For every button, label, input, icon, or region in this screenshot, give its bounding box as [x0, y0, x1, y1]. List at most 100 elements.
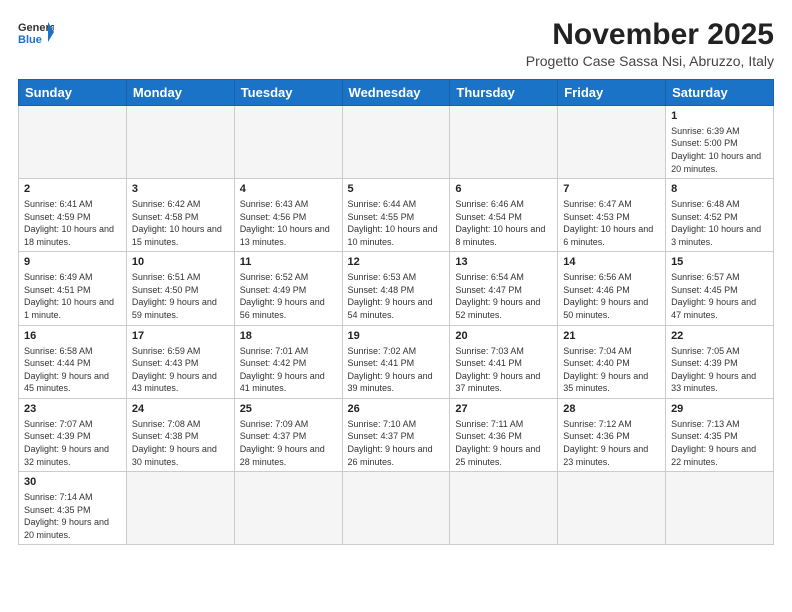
calendar-cell: 9Sunrise: 6:49 AM Sunset: 4:51 PM Daylig…	[19, 252, 127, 325]
day-info: Sunrise: 7:10 AM Sunset: 4:37 PM Dayligh…	[348, 418, 445, 468]
day-info: Sunrise: 6:54 AM Sunset: 4:47 PM Dayligh…	[455, 271, 552, 321]
day-number: 2	[24, 182, 121, 197]
day-info: Sunrise: 7:12 AM Sunset: 4:36 PM Dayligh…	[563, 418, 660, 468]
calendar-cell: 16Sunrise: 6:58 AM Sunset: 4:44 PM Dayli…	[19, 325, 127, 398]
calendar-cell	[450, 472, 558, 545]
calendar-cell: 28Sunrise: 7:12 AM Sunset: 4:36 PM Dayli…	[558, 398, 666, 471]
day-number: 10	[132, 255, 229, 270]
calendar-cell	[558, 472, 666, 545]
calendar-week-row: 30Sunrise: 7:14 AM Sunset: 4:35 PM Dayli…	[19, 472, 774, 545]
calendar-cell: 14Sunrise: 6:56 AM Sunset: 4:46 PM Dayli…	[558, 252, 666, 325]
day-number: 24	[132, 402, 229, 417]
header-wednesday: Wednesday	[342, 80, 450, 106]
calendar-cell: 7Sunrise: 6:47 AM Sunset: 4:53 PM Daylig…	[558, 179, 666, 252]
day-info: Sunrise: 6:57 AM Sunset: 4:45 PM Dayligh…	[671, 271, 768, 321]
generalblue-logo-icon: General Blue	[18, 18, 54, 46]
calendar-cell: 30Sunrise: 7:14 AM Sunset: 4:35 PM Dayli…	[19, 472, 127, 545]
svg-text:Blue: Blue	[18, 34, 42, 46]
calendar-cell: 27Sunrise: 7:11 AM Sunset: 4:36 PM Dayli…	[450, 398, 558, 471]
day-info: Sunrise: 6:48 AM Sunset: 4:52 PM Dayligh…	[671, 198, 768, 248]
day-number: 3	[132, 182, 229, 197]
day-info: Sunrise: 6:44 AM Sunset: 4:55 PM Dayligh…	[348, 198, 445, 248]
calendar-cell: 5Sunrise: 6:44 AM Sunset: 4:55 PM Daylig…	[342, 179, 450, 252]
day-header-row: Sunday Monday Tuesday Wednesday Thursday…	[19, 80, 774, 106]
calendar-cell	[126, 472, 234, 545]
day-number: 26	[348, 402, 445, 417]
day-info: Sunrise: 7:03 AM Sunset: 4:41 PM Dayligh…	[455, 345, 552, 395]
day-info: Sunrise: 6:39 AM Sunset: 5:00 PM Dayligh…	[671, 125, 768, 175]
day-number: 1	[671, 109, 768, 124]
calendar-cell: 18Sunrise: 7:01 AM Sunset: 4:42 PM Dayli…	[234, 325, 342, 398]
day-number: 7	[563, 182, 660, 197]
header: General Blue November 2025 Progetto Case…	[18, 18, 774, 69]
calendar-cell	[342, 106, 450, 179]
calendar-cell: 20Sunrise: 7:03 AM Sunset: 4:41 PM Dayli…	[450, 325, 558, 398]
calendar-cell: 10Sunrise: 6:51 AM Sunset: 4:50 PM Dayli…	[126, 252, 234, 325]
day-info: Sunrise: 7:04 AM Sunset: 4:40 PM Dayligh…	[563, 345, 660, 395]
day-info: Sunrise: 6:52 AM Sunset: 4:49 PM Dayligh…	[240, 271, 337, 321]
calendar-cell: 1Sunrise: 6:39 AM Sunset: 5:00 PM Daylig…	[666, 106, 774, 179]
calendar-cell: 13Sunrise: 6:54 AM Sunset: 4:47 PM Dayli…	[450, 252, 558, 325]
day-info: Sunrise: 7:07 AM Sunset: 4:39 PM Dayligh…	[24, 418, 121, 468]
day-number: 30	[24, 475, 121, 490]
header-monday: Monday	[126, 80, 234, 106]
calendar-week-row: 23Sunrise: 7:07 AM Sunset: 4:39 PM Dayli…	[19, 398, 774, 471]
calendar-cell: 26Sunrise: 7:10 AM Sunset: 4:37 PM Dayli…	[342, 398, 450, 471]
calendar-cell	[234, 106, 342, 179]
calendar-cell: 6Sunrise: 6:46 AM Sunset: 4:54 PM Daylig…	[450, 179, 558, 252]
header-tuesday: Tuesday	[234, 80, 342, 106]
day-number: 29	[671, 402, 768, 417]
day-number: 13	[455, 255, 552, 270]
day-info: Sunrise: 6:58 AM Sunset: 4:44 PM Dayligh…	[24, 345, 121, 395]
day-info: Sunrise: 6:51 AM Sunset: 4:50 PM Dayligh…	[132, 271, 229, 321]
day-info: Sunrise: 6:42 AM Sunset: 4:58 PM Dayligh…	[132, 198, 229, 248]
header-saturday: Saturday	[666, 80, 774, 106]
day-number: 11	[240, 255, 337, 270]
calendar-cell	[126, 106, 234, 179]
day-info: Sunrise: 7:11 AM Sunset: 4:36 PM Dayligh…	[455, 418, 552, 468]
calendar-cell	[234, 472, 342, 545]
day-info: Sunrise: 6:46 AM Sunset: 4:54 PM Dayligh…	[455, 198, 552, 248]
day-info: Sunrise: 7:14 AM Sunset: 4:35 PM Dayligh…	[24, 491, 121, 541]
calendar-cell: 17Sunrise: 6:59 AM Sunset: 4:43 PM Dayli…	[126, 325, 234, 398]
calendar-cell	[342, 472, 450, 545]
calendar-week-row: 16Sunrise: 6:58 AM Sunset: 4:44 PM Dayli…	[19, 325, 774, 398]
day-info: Sunrise: 7:13 AM Sunset: 4:35 PM Dayligh…	[671, 418, 768, 468]
day-number: 21	[563, 329, 660, 344]
calendar-cell: 29Sunrise: 7:13 AM Sunset: 4:35 PM Dayli…	[666, 398, 774, 471]
day-number: 23	[24, 402, 121, 417]
day-number: 18	[240, 329, 337, 344]
day-number: 6	[455, 182, 552, 197]
day-number: 17	[132, 329, 229, 344]
day-number: 19	[348, 329, 445, 344]
calendar-cell: 25Sunrise: 7:09 AM Sunset: 4:37 PM Dayli…	[234, 398, 342, 471]
header-sunday: Sunday	[19, 80, 127, 106]
day-number: 22	[671, 329, 768, 344]
logo: General Blue	[18, 18, 54, 46]
day-number: 15	[671, 255, 768, 270]
day-number: 9	[24, 255, 121, 270]
day-info: Sunrise: 7:05 AM Sunset: 4:39 PM Dayligh…	[671, 345, 768, 395]
calendar-week-row: 1Sunrise: 6:39 AM Sunset: 5:00 PM Daylig…	[19, 106, 774, 179]
calendar-week-row: 2Sunrise: 6:41 AM Sunset: 4:59 PM Daylig…	[19, 179, 774, 252]
calendar-cell: 11Sunrise: 6:52 AM Sunset: 4:49 PM Dayli…	[234, 252, 342, 325]
day-number: 5	[348, 182, 445, 197]
calendar-week-row: 9Sunrise: 6:49 AM Sunset: 4:51 PM Daylig…	[19, 252, 774, 325]
day-info: Sunrise: 6:43 AM Sunset: 4:56 PM Dayligh…	[240, 198, 337, 248]
calendar-cell: 21Sunrise: 7:04 AM Sunset: 4:40 PM Dayli…	[558, 325, 666, 398]
calendar-cell: 8Sunrise: 6:48 AM Sunset: 4:52 PM Daylig…	[666, 179, 774, 252]
day-info: Sunrise: 7:02 AM Sunset: 4:41 PM Dayligh…	[348, 345, 445, 395]
day-number: 27	[455, 402, 552, 417]
calendar-body: 1Sunrise: 6:39 AM Sunset: 5:00 PM Daylig…	[19, 106, 774, 545]
calendar-cell	[19, 106, 127, 179]
page: General Blue November 2025 Progetto Case…	[0, 0, 792, 612]
calendar-header: Sunday Monday Tuesday Wednesday Thursday…	[19, 80, 774, 106]
day-info: Sunrise: 7:08 AM Sunset: 4:38 PM Dayligh…	[132, 418, 229, 468]
day-number: 8	[671, 182, 768, 197]
day-number: 14	[563, 255, 660, 270]
calendar: Sunday Monday Tuesday Wednesday Thursday…	[18, 79, 774, 545]
calendar-cell	[558, 106, 666, 179]
calendar-cell: 3Sunrise: 6:42 AM Sunset: 4:58 PM Daylig…	[126, 179, 234, 252]
header-thursday: Thursday	[450, 80, 558, 106]
day-info: Sunrise: 6:56 AM Sunset: 4:46 PM Dayligh…	[563, 271, 660, 321]
